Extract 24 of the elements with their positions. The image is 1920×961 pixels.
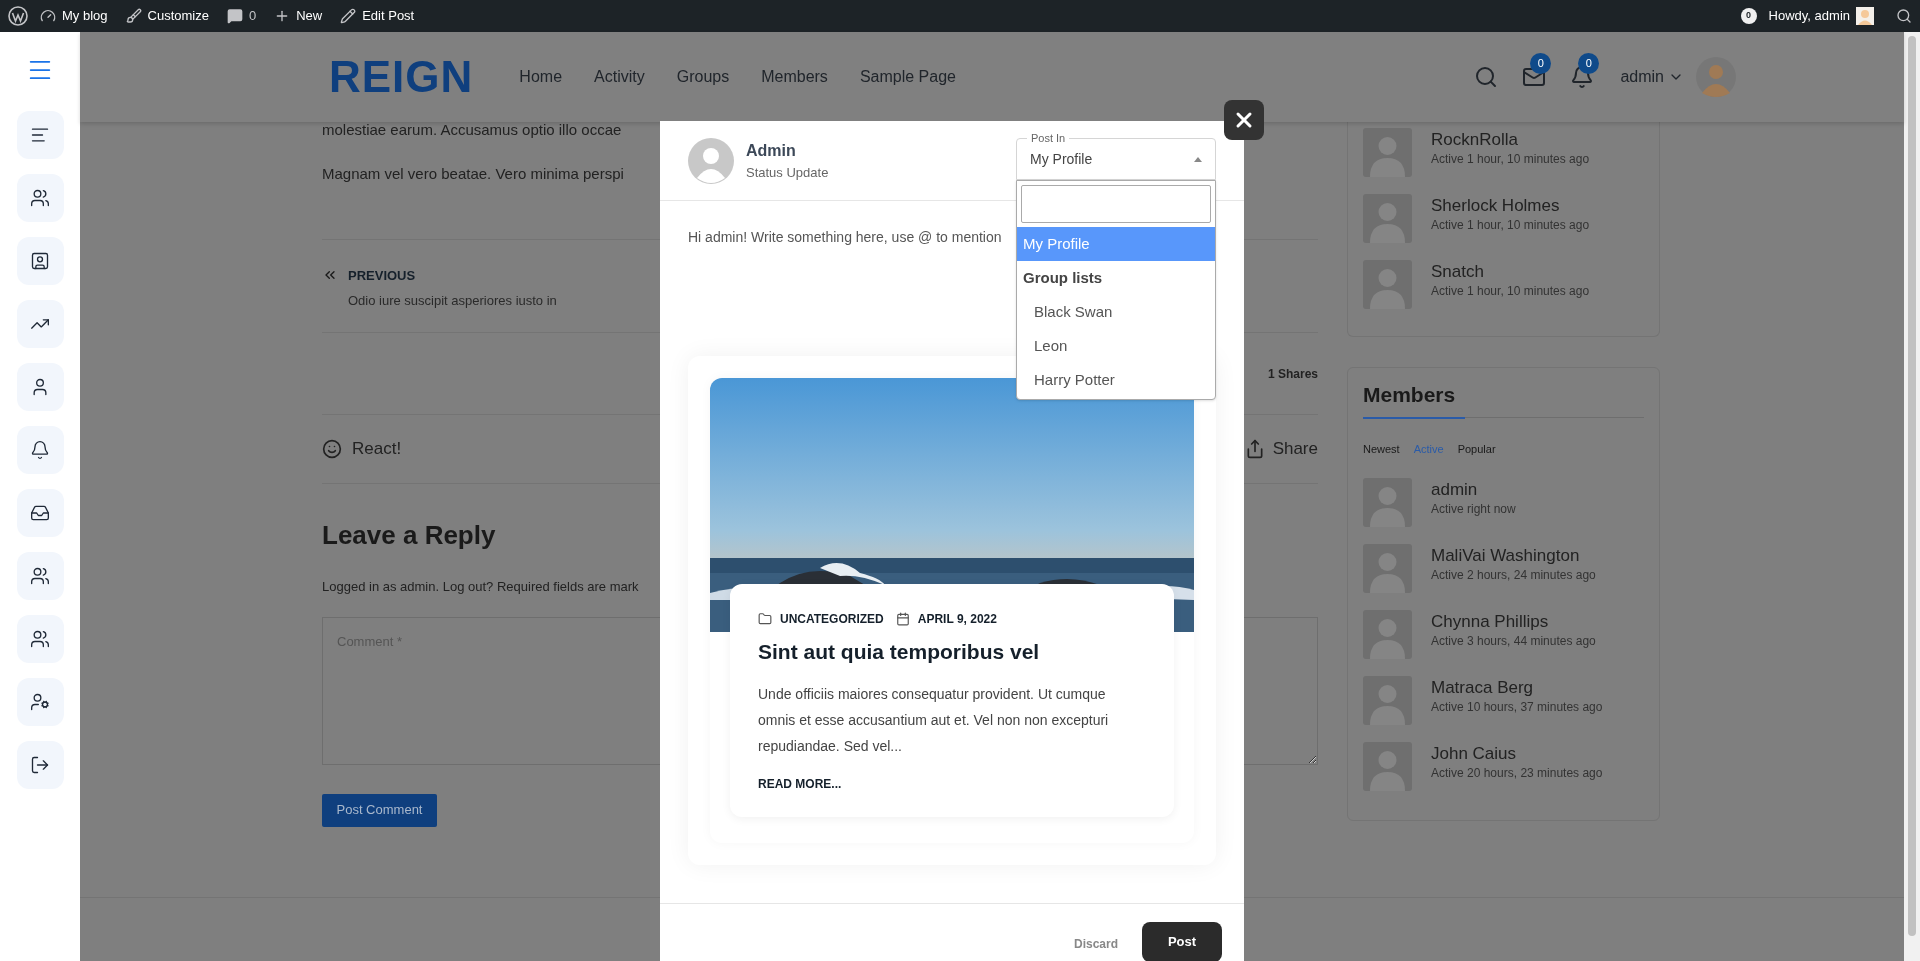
member-activity: Active 1 hour, 10 minutes ago (1431, 151, 1590, 168)
count-badge: 0 (1578, 53, 1600, 74)
post-type: Status Update (746, 163, 829, 182)
member-activity: Active 1 hour, 10 minutes ago (1431, 217, 1590, 234)
member-activity: Active 1 hour, 10 minutes ago (1431, 283, 1590, 300)
share-count: 1 Shares (1267, 365, 1318, 383)
member-activity: Active 2 hours, 24 minutes ago (1431, 566, 1596, 584)
member-activity: Active 10 hours, 37 minutes ago (1431, 698, 1603, 716)
paragraph: Magnam vel vero beatae. Vero minima perspi (322, 165, 624, 183)
author-name: Admin (746, 140, 797, 161)
login-note: Logged in as admin. Log out? Required fields are mark (322, 578, 639, 596)
option-group-label: Group lists (1022, 267, 1104, 288)
count-badge: 0 (1530, 53, 1552, 74)
post-date: APRIL 9, 2022 (917, 611, 997, 628)
widget-title: Members (1363, 382, 1457, 408)
select-value: My Profile (1030, 149, 1094, 169)
post-excerpt: Unde officiis maiores consequatur provident. Ut cumque omnis et esse accusantium aut et. Vel non non excepturi repudiandae. Sed vel... (758, 684, 1110, 756)
paragraph: molestiae earum. Accusamus optio illo occae (322, 121, 622, 139)
section-heading: Leave a Reply (322, 519, 497, 552)
count-badge: 0 (1740, 8, 1757, 24)
select-label: Post In (1027, 131, 1070, 145)
member-activity: Active 20 hours, 23 minutes ago (1431, 764, 1603, 782)
member-activity: Active right now (1431, 500, 1516, 518)
member-activity: Active 3 hours, 44 minutes ago (1431, 632, 1596, 650)
